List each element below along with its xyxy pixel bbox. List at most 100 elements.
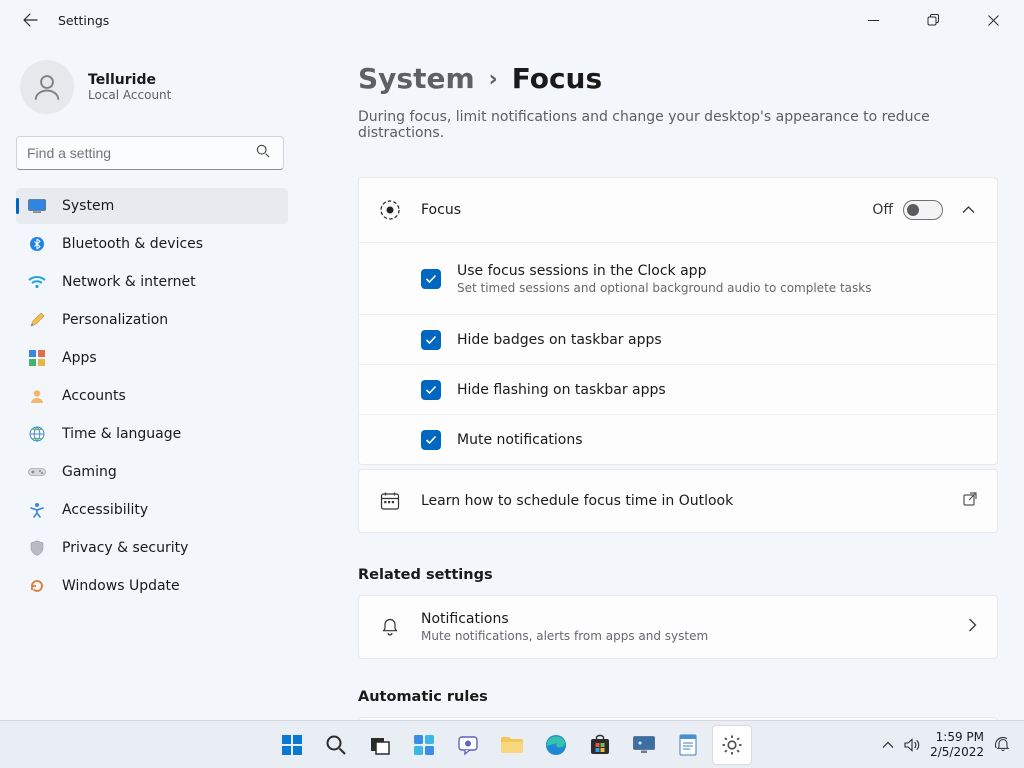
- store-icon: [589, 734, 611, 756]
- calendar-icon: [379, 490, 401, 512]
- search-icon: [325, 734, 347, 756]
- taskview-icon: [369, 734, 391, 756]
- taskbar-explorer[interactable]: [492, 725, 532, 765]
- account-name: Telluride: [88, 72, 171, 88]
- start-button[interactable]: [272, 725, 312, 765]
- search-icon: [256, 144, 270, 162]
- account-block[interactable]: Telluride Local Account: [16, 60, 288, 114]
- learn-link-label: Learn how to schedule focus time in Outl…: [421, 493, 733, 509]
- maximize-button[interactable]: [910, 4, 956, 36]
- collapse-button[interactable]: [959, 201, 977, 219]
- search-input[interactable]: [16, 136, 284, 170]
- taskbar-edge[interactable]: [536, 725, 576, 765]
- sidebar-item-label: System: [62, 198, 114, 214]
- maximize-icon: [927, 14, 939, 26]
- taskbar-widgets[interactable]: [404, 725, 444, 765]
- tray-date: 2/5/2022: [930, 745, 984, 760]
- chevron-right-icon: [968, 618, 977, 636]
- windows-icon: [281, 734, 303, 756]
- taskbar: 1:59 PM 2/5/2022: [0, 720, 1024, 768]
- folder-icon: [500, 735, 524, 755]
- person-icon: [30, 70, 64, 104]
- search-box: [16, 136, 288, 170]
- monitor-icon: [632, 735, 656, 755]
- related-settings-heading: Related settings: [358, 567, 998, 583]
- main-panel: System › Focus During focus, limit notif…: [300, 40, 1024, 720]
- chat-icon: [457, 734, 479, 756]
- tray-overflow[interactable]: [882, 741, 894, 749]
- nav-list: System Bluetooth & devices Network & int…: [16, 188, 288, 604]
- sidebar-item-accessibility[interactable]: Accessibility: [16, 492, 288, 528]
- notifications-sub: Mute notifications, alerts from apps and…: [421, 629, 708, 643]
- sidebar-item-time-language[interactable]: Time & language: [16, 416, 288, 452]
- option-title: Hide badges on taskbar apps: [457, 332, 662, 348]
- option-title: Use focus sessions in the Clock app: [457, 263, 871, 279]
- taskbar-chat[interactable]: [448, 725, 488, 765]
- checkbox[interactable]: [421, 430, 441, 450]
- gaming-icon: [28, 463, 46, 481]
- account-type: Local Account: [88, 88, 171, 102]
- focus-option-row[interactable]: Hide badges on taskbar apps: [359, 314, 997, 364]
- system-icon: [28, 197, 46, 215]
- sidebar-item-system[interactable]: System: [16, 188, 288, 224]
- widgets-icon: [412, 733, 436, 757]
- taskbar-search[interactable]: [316, 725, 356, 765]
- sidebar-item-accounts[interactable]: Accounts: [16, 378, 288, 414]
- option-title: Hide flashing on taskbar apps: [457, 382, 666, 398]
- checkbox[interactable]: [421, 269, 441, 289]
- sidebar-item-apps[interactable]: Apps: [16, 340, 288, 376]
- gear-icon: [721, 734, 743, 756]
- sidebar-item-bluetooth[interactable]: Bluetooth & devices: [16, 226, 288, 262]
- volume-icon: [904, 738, 920, 752]
- arrow-left-icon: [22, 12, 38, 28]
- update-icon: [28, 577, 46, 595]
- sidebar-item-windows-update[interactable]: Windows Update: [16, 568, 288, 604]
- check-icon: [425, 435, 437, 445]
- sidebar-item-label: Network & internet: [62, 274, 196, 290]
- sidebar-item-label: Gaming: [62, 464, 117, 480]
- sidebar-item-label: Accounts: [62, 388, 126, 404]
- focus-option-row[interactable]: Hide flashing on taskbar apps: [359, 364, 997, 414]
- notifications-title: Notifications: [421, 611, 708, 627]
- accessibility-icon: [28, 501, 46, 519]
- sidebar-item-label: Privacy & security: [62, 540, 188, 556]
- option-sub: Set timed sessions and optional backgrou…: [457, 281, 871, 295]
- sidebar-item-network[interactable]: Network & internet: [16, 264, 288, 300]
- sidebar-item-label: Apps: [62, 350, 97, 366]
- back-button[interactable]: [16, 6, 44, 34]
- taskbar-notepad[interactable]: [668, 725, 708, 765]
- sidebar-item-privacy[interactable]: Privacy & security: [16, 530, 288, 566]
- breadcrumb-parent[interactable]: System: [358, 62, 475, 95]
- tray-volume[interactable]: [904, 738, 920, 752]
- learn-outlook-link[interactable]: Learn how to schedule focus time in Outl…: [358, 469, 998, 533]
- focus-header[interactable]: Focus Off: [359, 178, 997, 242]
- focus-option-row[interactable]: Mute notifications: [359, 414, 997, 464]
- sidebar-item-personalization[interactable]: Personalization: [16, 302, 288, 338]
- focus-toggle[interactable]: [903, 200, 943, 220]
- bell-icon: [379, 616, 401, 638]
- avatar: [20, 60, 74, 114]
- taskbar-store[interactable]: [580, 725, 620, 765]
- close-button[interactable]: [970, 4, 1016, 36]
- taskbar-app[interactable]: [624, 725, 664, 765]
- page-description: During focus, limit notifications and ch…: [358, 109, 998, 141]
- sidebar-item-gaming[interactable]: Gaming: [16, 454, 288, 490]
- sidebar-item-label: Accessibility: [62, 502, 148, 518]
- tray-notifications[interactable]: [994, 736, 1012, 754]
- checkbox[interactable]: [421, 330, 441, 350]
- minimize-button[interactable]: [850, 4, 896, 36]
- page-title: Focus: [512, 62, 602, 95]
- checkbox[interactable]: [421, 380, 441, 400]
- focus-option-row[interactable]: Use focus sessions in the Clock app Set …: [359, 242, 997, 314]
- check-icon: [425, 385, 437, 395]
- paintbrush-icon: [28, 311, 46, 329]
- notifications-link[interactable]: Notifications Mute notifications, alerts…: [358, 595, 998, 659]
- sidebar-item-label: Windows Update: [62, 578, 180, 594]
- window-title: Settings: [58, 13, 109, 28]
- focus-label: Focus: [421, 202, 461, 218]
- minimize-icon: [868, 15, 879, 26]
- chevron-up-icon: [882, 741, 894, 749]
- tray-clock[interactable]: 1:59 PM 2/5/2022: [930, 730, 984, 760]
- taskbar-taskview[interactable]: [360, 725, 400, 765]
- taskbar-settings[interactable]: [712, 725, 752, 765]
